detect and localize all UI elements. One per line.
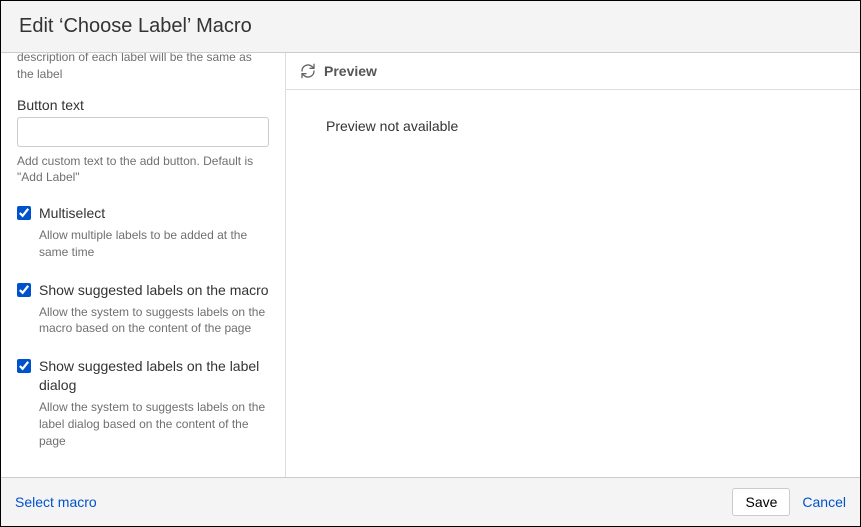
select-macro-link[interactable]: Select macro xyxy=(15,494,97,510)
truncated-description-hint: description of each label will be the sa… xyxy=(17,53,269,83)
suggested-dialog-checkbox[interactable] xyxy=(17,359,31,373)
suggested-dialog-label: Show suggested labels on the label dialo… xyxy=(39,357,269,395)
form-panel: description of each label will be the sa… xyxy=(1,53,286,477)
multiselect-row: Multiselect xyxy=(17,204,269,223)
multiselect-label: Multiselect xyxy=(39,204,105,223)
suggested-macro-hint: Allow the system to suggests labels on t… xyxy=(39,304,269,338)
multiselect-checkbox[interactable] xyxy=(17,206,31,220)
dialog-body: description of each label will be the sa… xyxy=(1,53,860,477)
suggested-macro-row: Show suggested labels on the macro xyxy=(17,281,269,300)
suggested-dialog-row: Show suggested labels on the label dialo… xyxy=(17,357,269,395)
macro-edit-dialog: Edit ‘Choose Label’ Macro description of… xyxy=(0,0,861,527)
button-text-hint: Add custom text to the add button. Defau… xyxy=(17,153,269,187)
preview-header: Preview xyxy=(286,53,860,90)
dialog-footer: Select macro Save Cancel xyxy=(1,477,860,526)
button-text-label: Button text xyxy=(17,97,269,113)
save-button[interactable]: Save xyxy=(732,488,790,516)
multiselect-hint: Allow multiple labels to be added at the… xyxy=(39,227,269,261)
cancel-button[interactable]: Cancel xyxy=(802,494,846,510)
suggested-macro-checkbox[interactable] xyxy=(17,283,31,297)
preview-title: Preview xyxy=(324,63,377,79)
suggested-macro-label: Show suggested labels on the macro xyxy=(39,281,269,300)
preview-panel: Preview Preview not available xyxy=(286,53,860,477)
preview-body: Preview not available xyxy=(286,90,860,477)
suggested-dialog-hint: Allow the system to suggests labels on t… xyxy=(39,399,269,449)
dialog-title: Edit ‘Choose Label’ Macro xyxy=(19,15,842,38)
button-text-input[interactable] xyxy=(17,117,269,147)
dialog-header: Edit ‘Choose Label’ Macro xyxy=(1,1,860,53)
refresh-icon[interactable] xyxy=(300,63,316,79)
